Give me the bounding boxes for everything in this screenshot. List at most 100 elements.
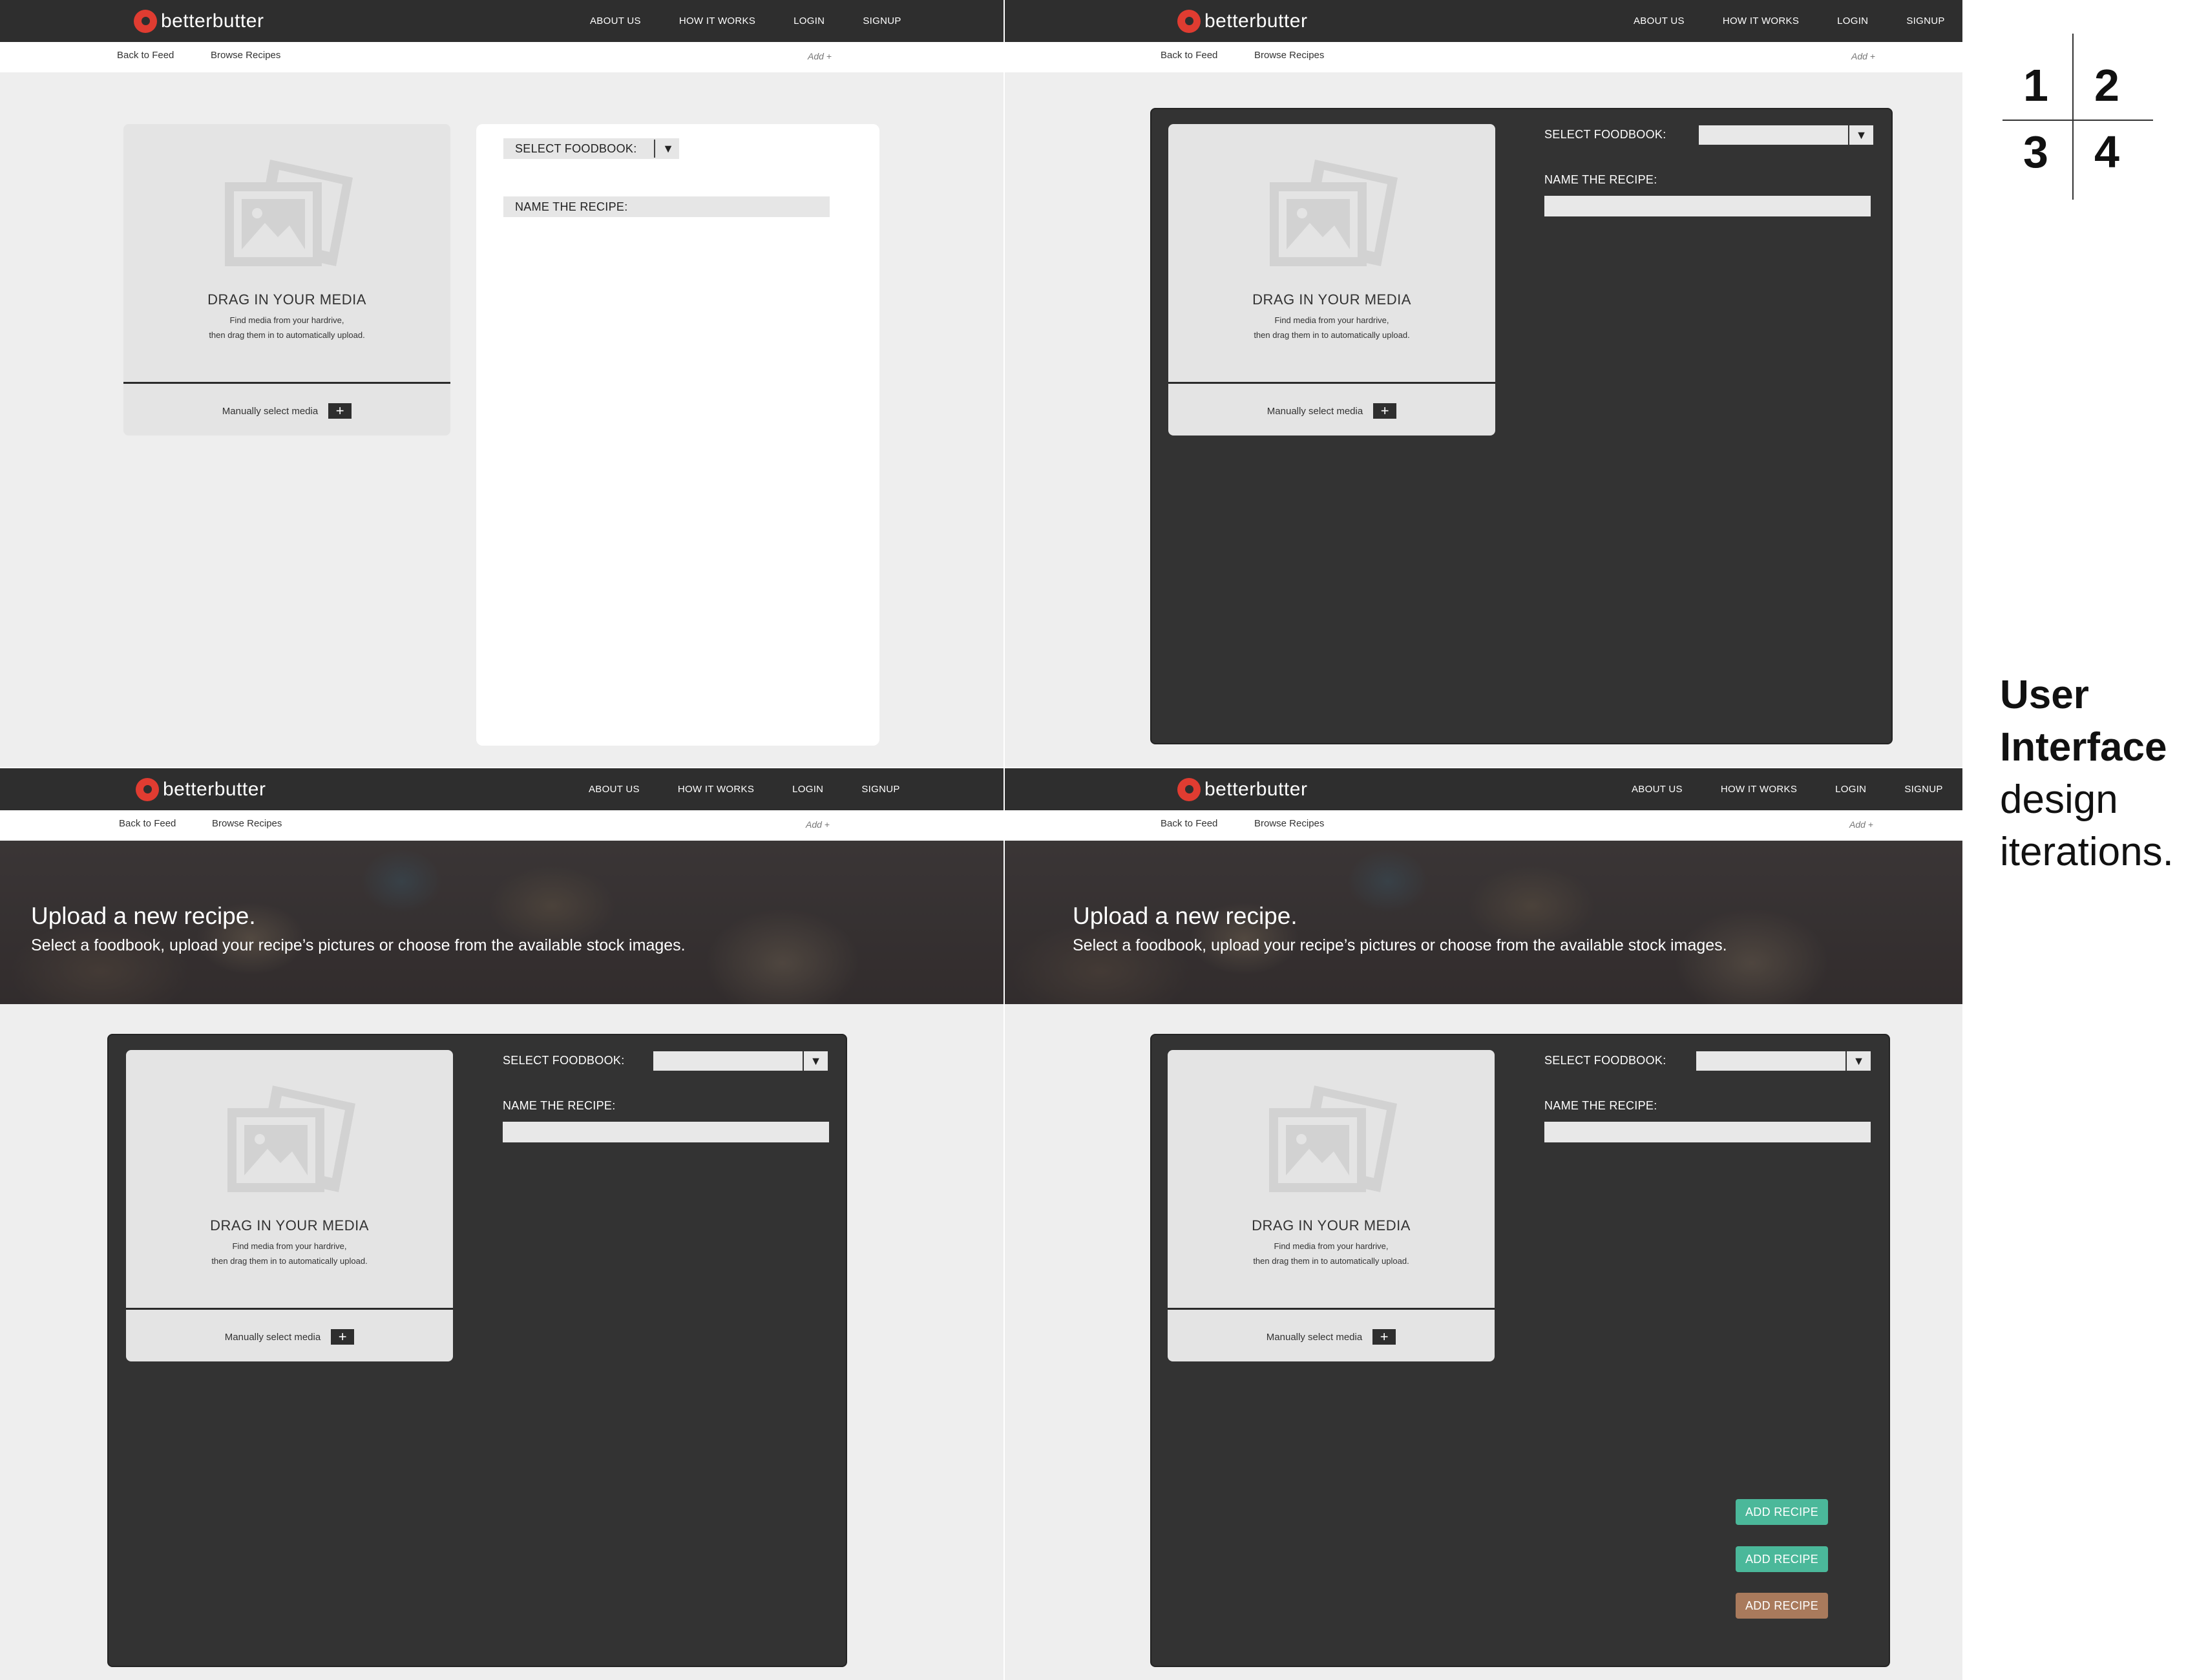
manual-select-row: Manually select media + [1168,403,1495,419]
manual-select-row: Manually select media + [126,1329,453,1345]
select-foodbook-label: SELECT FOODBOOK: [1544,128,1666,141]
back-to-feed-link[interactable]: Back to Feed [1161,50,1217,61]
manual-select-row: Manually select media + [123,403,450,419]
media-divider [1168,382,1495,384]
nav-signup[interactable]: SIGNUP [1906,16,1944,26]
manual-select-label[interactable]: Manually select media [1267,1332,1362,1343]
brand-name: betterbutter [1204,10,1308,32]
drag-description: Find media from your hardrive, then drag… [123,313,450,342]
drag-title: DRAG IN YOUR MEDIA [1252,291,1411,308]
sub-navbar: Back to Feed Browse Recipes Add + [0,810,1004,841]
media-dropzone[interactable]: DRAG IN YOUR MEDIA Find media from your … [126,1050,453,1361]
back-to-feed-link[interactable]: Back to Feed [117,50,174,61]
select-foodbook-dropdown[interactable]: ▼ [653,1051,828,1071]
brand-logo[interactable]: betterbutter [134,9,264,34]
nav-how-it-works[interactable]: HOW IT WORKS [678,784,754,795]
media-dropzone[interactable]: DRAG IN YOUR MEDIA Find media from your … [1168,1050,1495,1361]
brand-logo[interactable]: betterbutter [136,777,266,802]
select-foodbook-label: SELECT FOODBOOK: [515,142,637,155]
manual-select-label[interactable]: Manually select media [222,406,318,417]
add-media-button[interactable]: + [1372,1329,1396,1345]
recipe-name-input[interactable] [1544,196,1871,216]
add-recipe-button-2[interactable]: ADD RECIPE [1736,1546,1828,1572]
media-divider [123,382,450,384]
legend-horizontal-line [2003,120,2153,121]
dropdown-arrow-icon[interactable]: ▼ [1845,1051,1871,1071]
legend-number-3: 3 [2023,127,2048,177]
drag-desc-line-2: then drag them in to automatically uploa… [1254,330,1410,340]
add-media-button[interactable]: + [331,1329,355,1345]
browse-recipes-link[interactable]: Browse Recipes [1254,818,1324,829]
nav-login[interactable]: LOGIN [1837,16,1868,26]
panel-4: betterbutter ABOUT US HOW IT WORKS LOGIN… [1005,768,1962,1680]
add-link[interactable]: Add + [808,51,832,61]
media-dropzone[interactable]: DRAG IN YOUR MEDIA Find media from your … [1168,124,1495,436]
top-navbar: betterbutter ABOUT US HOW IT WORKS LOGIN… [0,768,1004,810]
add-link[interactable]: Add + [1851,51,1875,61]
nav-signup[interactable]: SIGNUP [861,784,899,795]
add-media-button[interactable]: + [328,403,352,419]
manual-select-label[interactable]: Manually select media [225,1332,321,1343]
recipe-name-input[interactable] [503,1122,829,1142]
add-link[interactable]: Add + [806,819,830,830]
dropdown-arrow-icon[interactable]: ▼ [803,1051,828,1071]
nav-login[interactable]: LOGIN [792,784,823,795]
top-navbar: betterbutter ABOUT US HOW IT WORKS LOGIN… [0,0,1004,42]
recipe-name-input[interactable] [1544,1122,1871,1142]
add-media-button[interactable]: + [1373,403,1397,419]
back-to-feed-link[interactable]: Back to Feed [119,818,176,829]
drag-description: Find media from your hardrive, then drag… [1168,313,1495,342]
drag-desc-line-1: Find media from your hardrive, [232,1241,347,1251]
recipe-name-label: NAME THE RECIPE: [515,200,628,213]
drag-description: Find media from your hardrive, then drag… [126,1239,453,1268]
select-foodbook-dropdown[interactable]: SELECT FOODBOOK: ▼ [503,138,679,159]
select-foodbook-dropdown[interactable]: ▼ [1699,125,1873,145]
nav-about[interactable]: ABOUT US [1632,784,1683,795]
nav-how-it-works[interactable]: HOW IT WORKS [1721,784,1797,795]
drag-desc-line-1: Find media from your hardrive, [1274,1241,1389,1251]
brand-logo[interactable]: betterbutter [1177,777,1307,802]
browse-recipes-link[interactable]: Browse Recipes [1254,50,1324,61]
caption-line-1: User [2000,673,2089,717]
panel-2: betterbutter ABOUT US HOW IT WORKS LOGIN… [1005,0,1962,767]
image-placeholder-icon [227,1086,355,1192]
nav-about[interactable]: ABOUT US [1634,16,1685,26]
browse-recipes-link[interactable]: Browse Recipes [212,818,282,829]
recipe-name-field[interactable]: NAME THE RECIPE: [503,196,830,217]
recipe-name-label: NAME THE RECIPE: [503,1099,616,1112]
main-nav: ABOUT US HOW IT WORKS LOGIN SIGNUP [1634,0,1945,42]
nav-about[interactable]: ABOUT US [589,784,640,795]
manual-select-label[interactable]: Manually select media [1267,406,1363,417]
logo-icon [136,778,159,801]
hero-title: Upload a new recipe. [1073,903,1298,929]
nav-how-it-works[interactable]: HOW IT WORKS [1723,16,1799,26]
nav-login[interactable]: LOGIN [794,16,825,26]
nav-how-it-works[interactable]: HOW IT WORKS [679,16,755,26]
nav-login[interactable]: LOGIN [1835,784,1866,795]
select-foodbook-label: SELECT FOODBOOK: [1544,1054,1666,1067]
dropdown-arrow-icon[interactable]: ▼ [1848,125,1873,145]
legend-number-2: 2 [2094,60,2119,110]
panel-3: betterbutter ABOUT US HOW IT WORKS LOGIN… [0,768,1004,1680]
add-recipe-button-1[interactable]: ADD RECIPE [1736,1499,1828,1525]
sub-navbar: Back to Feed Browse Recipes Add + [0,42,1004,72]
select-foodbook-dropdown[interactable]: ▼ [1696,1051,1871,1071]
hero-banner: Upload a new recipe. Select a foodbook, … [1005,841,1962,1004]
browse-recipes-link[interactable]: Browse Recipes [211,50,280,61]
legend-number-4: 4 [2094,127,2119,177]
media-dropzone[interactable]: DRAG IN YOUR MEDIA Find media from your … [123,124,450,436]
logo-icon [1177,10,1201,33]
nav-signup[interactable]: SIGNUP [1904,784,1942,795]
sub-navbar: Back to Feed Browse Recipes Add + [1005,810,1962,841]
add-link[interactable]: Add + [1849,819,1873,830]
top-navbar: betterbutter ABOUT US HOW IT WORKS LOGIN… [1005,0,1962,42]
add-recipe-button-3[interactable]: ADD RECIPE [1736,1593,1828,1619]
nav-about[interactable]: ABOUT US [590,16,641,26]
panel-divider [1004,0,1005,1680]
back-to-feed-link[interactable]: Back to Feed [1161,818,1217,829]
dropdown-arrow-icon[interactable]: ▼ [659,138,677,159]
caption-line-2: Interface [2000,725,2167,770]
brand-logo[interactable]: betterbutter [1177,9,1307,34]
nav-signup[interactable]: SIGNUP [863,16,901,26]
legend-number-1: 1 [2023,60,2048,110]
